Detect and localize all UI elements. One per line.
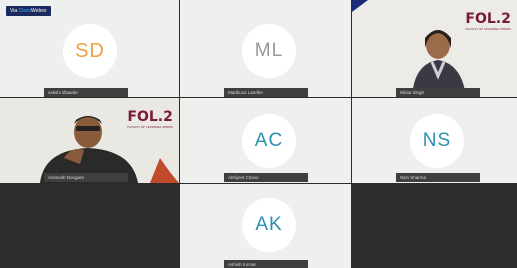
participant-tile[interactable]: NS Nitin Sharma: [352, 98, 517, 183]
participant-name: Nikita Singh: [396, 88, 480, 97]
participant-tile[interactable]: Via CiscoWebex SD sakshi dhawde: [0, 0, 179, 97]
avatar: ML: [242, 24, 296, 78]
avatar: NS: [410, 114, 464, 168]
participant-video-tile[interactable]: FOL.2 FACULTY OF LEARNING SERIES Animesh…: [0, 98, 179, 183]
avatar: AC: [242, 114, 296, 168]
participant-tile[interactable]: ML Madhuca Landhe: [180, 0, 351, 97]
empty-tile: [0, 184, 179, 268]
empty-tile: [352, 184, 517, 268]
participant-name: Ashish Kumar: [224, 260, 308, 268]
participant-tile[interactable]: AK Ashish Kumar: [180, 184, 351, 268]
participant-name: sakshi dhawde: [44, 88, 128, 97]
participant-video: [352, 0, 466, 97]
participant-name: Abhijeet Chavu: [224, 173, 308, 182]
webex-logo: Via CiscoWebex: [6, 6, 51, 16]
participant-video: [40, 116, 179, 183]
participant-tile[interactable]: AC Abhijeet Chavu: [180, 98, 351, 183]
avatar: AK: [242, 198, 296, 252]
participant-name: Animesh Dongare: [44, 173, 128, 182]
participant-name: Madhuca Landhe: [224, 88, 308, 97]
video-grid: Via CiscoWebex SD sakshi dhawde ML Madhu…: [0, 0, 517, 268]
participant-name: Nitin Sharma: [396, 173, 480, 182]
avatar: SD: [63, 24, 117, 78]
participant-video-tile[interactable]: FOL.2 FACULTY OF LEARNING SERIES Nikita …: [352, 0, 517, 97]
